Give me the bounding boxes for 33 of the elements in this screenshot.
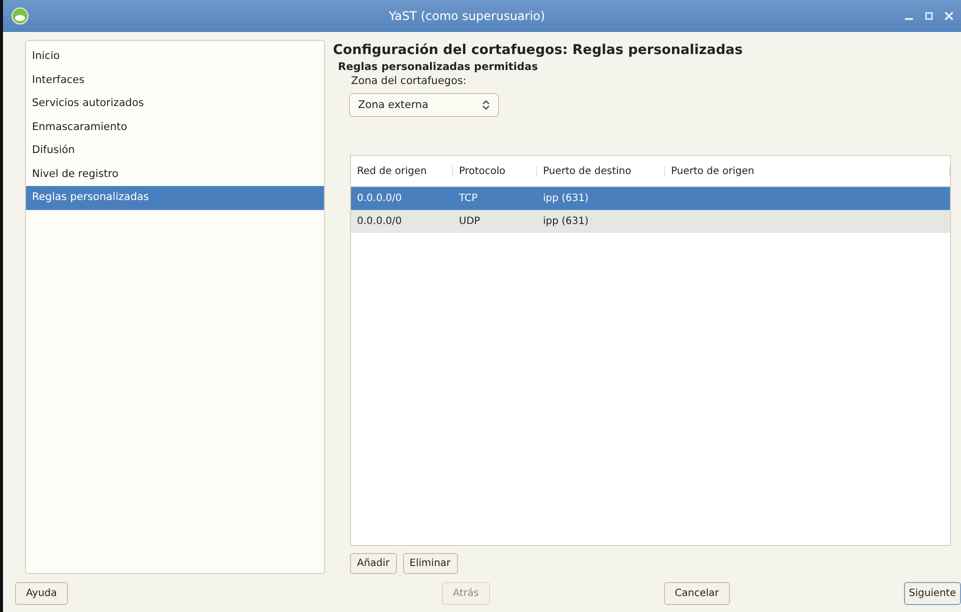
table-row[interactable]: 0.0.0.0/0 TCP ipp (631) [351, 187, 950, 210]
table-cell: ipp (631) [543, 193, 589, 204]
close-icon[interactable] [945, 12, 953, 20]
footer-button[interactable]: Cancelar [664, 582, 730, 604]
sidebar-item[interactable]: Enmascaramiento [26, 116, 324, 139]
table-cell: UDP [459, 216, 480, 227]
table-cell: 0.0.0.0/0 [357, 216, 402, 227]
table-action-button[interactable]: Eliminar [402, 553, 458, 574]
column-header[interactable]: Puerto de origen [665, 166, 950, 176]
column-header[interactable]: Puerto de destino [537, 166, 665, 176]
app-icon [11, 7, 29, 25]
table-row[interactable]: 0.0.0.0/0 UDP ipp (631) [351, 210, 950, 233]
page-heading: Configuración del cortafuegos: Reglas personalizadas [333, 42, 744, 58]
column-header[interactable]: Protocolo [453, 166, 537, 176]
table-cell: ipp (631) [543, 216, 589, 227]
sidebar-item[interactable]: Difusión [26, 139, 324, 162]
section-heading: Reglas personalizadas permitidas [337, 61, 539, 73]
sidebar-item[interactable]: Nivel de registro [26, 162, 324, 186]
column-header[interactable]: Red de origen [351, 166, 453, 176]
zone-dropdown[interactable]: Zona externa [349, 93, 499, 117]
table-cell: TCP [459, 193, 478, 204]
maximize-icon[interactable] [925, 12, 933, 20]
footer-button[interactable]: Siguiente [904, 582, 961, 604]
field-label: Zona del cortafuegos: [350, 75, 468, 87]
window-title: YaST (como superusuario) [388, 9, 546, 23]
sidebar-item[interactable]: Inicio [26, 45, 324, 68]
table-cell: 0.0.0.0/0 [357, 193, 402, 204]
sidebar-item[interactable]: Interfaces [26, 68, 324, 92]
sidebar-item[interactable]: Reglas personalizadas [26, 186, 324, 210]
sidebar-item[interactable]: Servicios autorizados [26, 92, 324, 116]
footer-button[interactable]: Ayuda [15, 582, 68, 604]
spinner-arrows-icon [482, 99, 490, 111]
table-action-button[interactable]: Añadir [350, 553, 397, 574]
